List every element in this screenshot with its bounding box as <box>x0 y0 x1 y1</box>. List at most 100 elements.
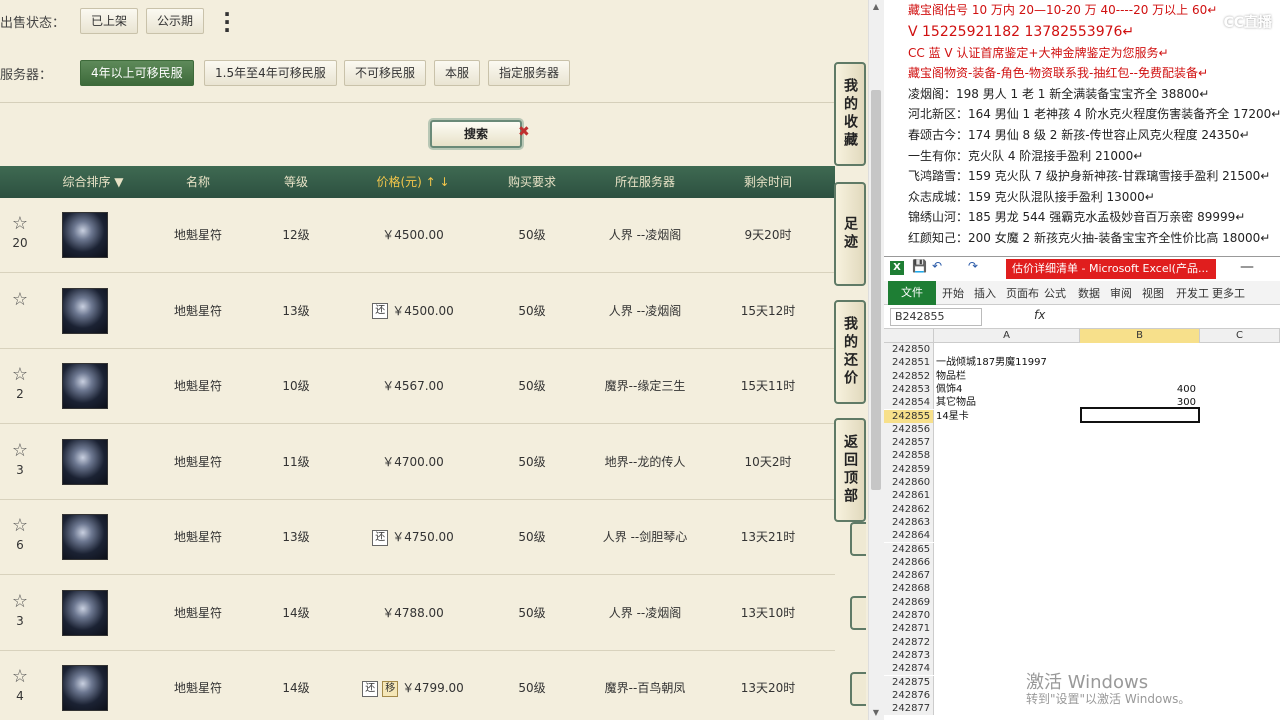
price-sort-header[interactable]: 价格(元) ↑ ↓ <box>360 166 466 198</box>
row-number[interactable]: 242853 <box>884 382 934 397</box>
spreadsheet-row[interactable]: 242872 <box>884 635 1280 649</box>
column-c-header[interactable]: C <box>1200 329 1280 343</box>
row-number[interactable]: 242859 <box>884 462 934 476</box>
spreadsheet-row[interactable]: 242863 <box>884 515 1280 530</box>
row-number[interactable]: 242868 <box>884 582 934 596</box>
row-number[interactable]: 242877 <box>884 702 934 716</box>
table-row[interactable]: ☆ 6 地魁星符 13级 还 ￥4750.00 50级 人界 --剑胆琴心 13天21时 <box>0 500 835 575</box>
name-box[interactable]: B242855 <box>890 308 982 326</box>
item-name[interactable]: 地魁星符 <box>160 349 236 424</box>
filter-listed-button[interactable]: 已上架 <box>80 8 139 34</box>
row-number[interactable]: 242858 <box>884 449 934 463</box>
item-name[interactable]: 地魁星符 <box>160 274 236 349</box>
filter-preview-button[interactable]: 公示期 <box>146 8 205 34</box>
table-row[interactable]: ☆ 20 地魁星符 12级 ￥4500.00 50级 人界 --凌烟阁 9天20时 <box>0 198 835 273</box>
item-thumbnail[interactable] <box>62 363 108 409</box>
cell-b[interactable]: 400 <box>1080 383 1196 396</box>
spreadsheet-row[interactable]: 242860 <box>884 476 1280 490</box>
spreadsheet-row[interactable]: 242865 <box>884 542 1280 556</box>
item-thumbnail[interactable] <box>62 589 108 636</box>
item-name[interactable]: 地魁星符 <box>160 576 236 651</box>
row-number[interactable]: 242869 <box>884 595 934 609</box>
side-nav-my-offers[interactable]: 我的还价 <box>834 300 866 404</box>
row-number[interactable]: 242870 <box>884 609 934 623</box>
row-number[interactable]: 242861 <box>884 489 934 503</box>
favorite-star-icon[interactable]: ☆ <box>8 591 32 612</box>
table-row[interactable]: ☆ 3 地魁星符 11级 ￥4700.00 50级 地界--龙的传人 10天2时 <box>0 425 835 500</box>
scrollbar-thumb[interactable] <box>871 90 881 490</box>
ribbon-tab[interactable]: 数据 <box>1078 285 1100 301</box>
server-filter-local-button[interactable]: 本服 <box>434 60 481 86</box>
spreadsheet-row[interactable]: 242866 <box>884 555 1280 570</box>
spreadsheet-row[interactable]: 242852 物品栏 <box>884 369 1280 383</box>
server-filter-1-5yr-button[interactable]: 1.5年至4年可移民服 <box>204 60 337 86</box>
item-name[interactable]: 地魁星符 <box>160 198 236 273</box>
column-a-header[interactable]: A <box>934 329 1080 343</box>
side-handle[interactable] <box>850 672 866 706</box>
table-row[interactable]: ☆ 2 地魁星符 10级 ￥4567.00 50级 魔界--缘定三生 15天11时 <box>0 349 835 424</box>
row-number[interactable]: 242873 <box>884 648 934 663</box>
row-number[interactable]: 242855 <box>884 409 934 423</box>
row-number[interactable]: 242864 <box>884 529 934 543</box>
spreadsheet-row[interactable]: 242862 <box>884 502 1280 516</box>
spreadsheet-row[interactable]: 242870 <box>884 609 1280 623</box>
item-thumbnail[interactable] <box>62 665 108 711</box>
favorite-star-icon[interactable]: ☆ <box>8 289 32 310</box>
ribbon-tab[interactable]: 插入 <box>974 285 996 301</box>
item-thumbnail[interactable] <box>62 212 108 258</box>
cell-a[interactable]: 其它物品 <box>936 396 1078 409</box>
row-number[interactable]: 242850 <box>884 343 934 357</box>
server-filter-nontransfer-button[interactable]: 不可移民服 <box>344 60 427 86</box>
favorite-star-icon[interactable]: ☆ <box>8 365 32 385</box>
spreadsheet-row[interactable]: 242873 <box>884 648 1280 663</box>
ribbon-tab[interactable]: 更多工 <box>1212 285 1245 301</box>
spreadsheet-row[interactable]: 242856 <box>884 422 1280 437</box>
ribbon-tab[interactable]: 视图 <box>1142 285 1164 301</box>
item-thumbnail[interactable] <box>62 438 108 485</box>
scroll-up-icon[interactable]: ▲ <box>868 0 884 14</box>
table-row[interactable]: ☆ 地魁星符 13级 还 ￥4500.00 50级 人界 --凌烟阁 15天12时 <box>0 274 835 349</box>
selected-cell[interactable] <box>1080 407 1200 423</box>
search-button[interactable]: 搜索 <box>430 120 522 148</box>
row-number[interactable]: 242865 <box>884 542 934 556</box>
sort-overall-header[interactable]: 综合排序 ▼ <box>48 166 138 198</box>
ribbon-tab[interactable]: 审阅 <box>1110 285 1132 301</box>
side-nav-back-to-top[interactable]: 返回顶部 <box>834 418 866 522</box>
row-number[interactable]: 242852 <box>884 369 934 383</box>
side-handle[interactable] <box>850 596 866 630</box>
row-number[interactable]: 242856 <box>884 422 934 437</box>
row-number[interactable]: 242854 <box>884 396 934 410</box>
item-thumbnail[interactable] <box>62 287 108 334</box>
spreadsheet-row[interactable]: 242868 <box>884 582 1280 596</box>
redo-icon[interactable]: ↷ <box>968 259 978 273</box>
row-number[interactable]: 242862 <box>884 502 934 516</box>
column-b-header[interactable]: B <box>1080 329 1200 343</box>
side-nav-favorites[interactable]: 我的收藏 <box>834 62 866 166</box>
scroll-down-icon[interactable]: ▼ <box>868 706 884 720</box>
minimize-icon[interactable]: — <box>1240 259 1254 275</box>
favorite-star-icon[interactable]: ☆ <box>8 214 32 234</box>
row-number[interactable]: 242871 <box>884 622 934 636</box>
item-name[interactable]: 地魁星符 <box>160 500 236 575</box>
ribbon-tab[interactable]: 公式 <box>1044 285 1066 301</box>
spreadsheet-row[interactable]: 242857 <box>884 436 1280 450</box>
item-name[interactable]: 地魁星符 <box>160 425 236 500</box>
spreadsheet-row[interactable]: 242853 佩饰4 400 <box>884 382 1280 397</box>
spreadsheet-row[interactable]: 242864 <box>884 529 1280 543</box>
spreadsheet-row[interactable]: 242867 <box>884 569 1280 583</box>
clear-icon[interactable]: ✖ <box>518 124 530 140</box>
side-handle[interactable] <box>850 522 866 556</box>
spreadsheet-row[interactable]: 242861 <box>884 489 1280 503</box>
spreadsheet-row[interactable]: 242850 <box>884 343 1280 357</box>
favorite-star-icon[interactable]: ☆ <box>8 440 32 461</box>
item-thumbnail[interactable] <box>62 514 108 560</box>
spreadsheet-row[interactable]: 242851 一战倾城187男魔11997 <box>884 356 1280 370</box>
ribbon-tab[interactable]: 文件 <box>888 281 936 305</box>
favorite-star-icon[interactable]: ☆ <box>8 516 32 536</box>
server-filter-specific-button[interactable]: 指定服务器 <box>488 60 571 86</box>
row-number[interactable]: 242876 <box>884 688 934 703</box>
spreadsheet-row[interactable]: 242858 <box>884 449 1280 463</box>
row-number[interactable]: 242851 <box>884 356 934 370</box>
cell-a[interactable]: 一战倾城187男魔11997 <box>936 356 1078 369</box>
spreadsheet-row[interactable]: 242871 <box>884 622 1280 636</box>
